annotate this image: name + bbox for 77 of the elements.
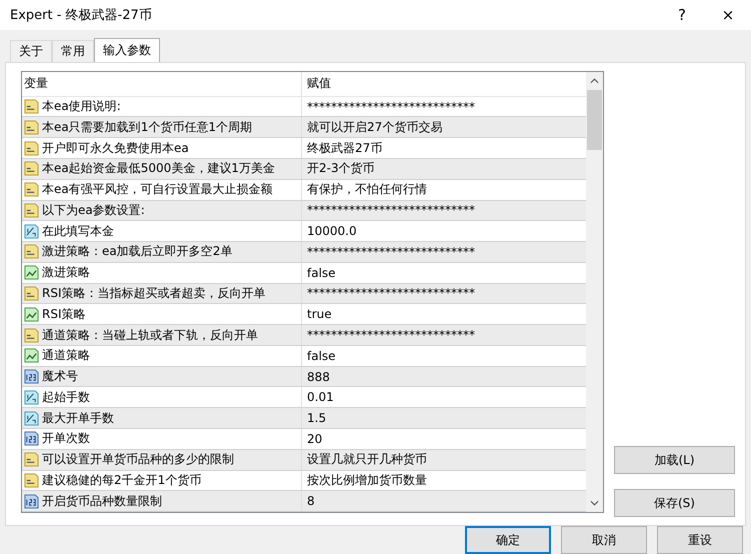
tab[interactable]: 输入参数: [94, 38, 160, 62]
parameter-value[interactable]: 8: [307, 494, 315, 508]
parameter-name: RSI策略：当指标超买或者超卖，反向开单: [42, 284, 266, 302]
window-title: Expert - 终极武器-27币: [10, 7, 153, 24]
dialog-button[interactable]: 重设: [657, 526, 743, 554]
scrollbar[interactable]: [586, 72, 603, 512]
parameter-value[interactable]: false: [307, 348, 336, 363]
number-type-icon: [24, 431, 39, 446]
chart-type-icon: [24, 265, 39, 280]
dialog-button[interactable]: 取消: [561, 526, 647, 554]
tab[interactable]: 常用: [52, 40, 94, 62]
side-button[interactable]: 保存(S): [614, 489, 735, 517]
parameter-name: RSI策略: [42, 306, 86, 323]
parameter-name: 本ea只需要加载到1个货币任意1个周期: [42, 118, 252, 136]
parameter-value[interactable]: false: [307, 266, 336, 280]
parameter-value[interactable]: 设置几就只开几种货币: [307, 451, 427, 468]
parameter-name: 开户即可永久免费使用本ea: [42, 140, 189, 157]
text-type-icon: [24, 182, 39, 198]
parameter-value[interactable]: 1.5: [307, 411, 326, 426]
text-type-icon: [24, 120, 39, 135]
parameter-name: 开启货币品种数量限制: [42, 492, 162, 510]
parameter-name: 通道策略: [42, 347, 90, 364]
parameter-name: 以下为ea参数设置:: [42, 202, 145, 219]
parameter-value[interactable]: ****************************: [307, 244, 475, 259]
scroll-down-icon[interactable]: [590, 500, 599, 506]
parameter-name: 本ea使用说明:: [42, 98, 121, 116]
column-header[interactable]: 赋值: [302, 72, 586, 96]
text-type-icon: [24, 328, 39, 343]
fraction-type-icon: [24, 390, 39, 405]
number-type-icon: [24, 369, 39, 384]
text-type-icon: [24, 99, 39, 114]
parameter-value[interactable]: ****************************: [307, 286, 475, 300]
parameter-name: 建议稳健的每2千金开1个货币: [42, 472, 202, 489]
parameter-name: 激进策略: [42, 264, 90, 282]
text-type-icon: [24, 286, 39, 301]
fraction-type-icon: [24, 410, 39, 426]
parameter-value[interactable]: 终极武器27币: [307, 140, 382, 157]
parameter-value[interactable]: true: [307, 307, 332, 322]
tab[interactable]: 关于: [10, 40, 52, 62]
parameter-value[interactable]: 888: [307, 370, 330, 384]
text-type-icon: [24, 472, 39, 488]
dialog-button[interactable]: 确定: [465, 526, 551, 554]
parameter-value[interactable]: ****************************: [307, 203, 475, 218]
text-type-icon: [24, 161, 39, 176]
parameter-value[interactable]: 0.01: [307, 390, 334, 404]
text-type-icon: [24, 244, 39, 260]
parameter-name: 本ea有强平风控，可自行设置最大止损金额: [42, 181, 273, 198]
parameter-value[interactable]: ****************************: [307, 100, 475, 114]
text-type-icon: [24, 140, 39, 156]
parameter-name: 最大开单手数: [42, 410, 114, 427]
parameter-value[interactable]: 就可以开启27个货币交易: [307, 118, 442, 136]
chart-type-icon: [24, 306, 39, 322]
parameter-name: 开单次数: [42, 430, 90, 448]
parameter-value[interactable]: 20: [307, 432, 322, 446]
column-header[interactable]: 变量: [22, 72, 302, 96]
scroll-up-icon[interactable]: [590, 78, 599, 84]
parameter-name: 在此填写本金: [42, 222, 114, 240]
parameter-name: 起始手数: [42, 388, 90, 406]
parameter-name: 通道策略：当碰上轨或者下轨，反向开单: [42, 326, 258, 344]
parameter-name: 魔术号: [42, 368, 78, 386]
close-button[interactable]: ×: [705, 0, 751, 30]
parameter-value[interactable]: 有保护，不怕任何行情: [307, 181, 427, 198]
fraction-type-icon: [24, 224, 39, 239]
scroll-thumb[interactable]: [587, 90, 602, 150]
help-button[interactable]: ?: [659, 0, 705, 30]
number-type-icon: [24, 494, 39, 509]
parameter-value[interactable]: 10000.0: [307, 224, 357, 238]
parameter-value[interactable]: 按次比例增加货币数量: [307, 472, 427, 489]
chart-type-icon: [24, 348, 39, 364]
side-button[interactable]: 加载(L): [614, 446, 735, 474]
text-type-icon: [24, 202, 39, 218]
parameter-name: 可以设置开单货币品种的多少的限制: [42, 451, 234, 468]
parameter-name: 激进策略：ea加载后立即开多空2单: [42, 243, 232, 260]
parameter-value[interactable]: ****************************: [307, 328, 475, 342]
text-type-icon: [24, 452, 39, 468]
parameter-name: 本ea起始资金最低5000美金，建议1万美金: [42, 160, 275, 178]
parameter-value[interactable]: 开2-3个货币: [307, 160, 375, 178]
